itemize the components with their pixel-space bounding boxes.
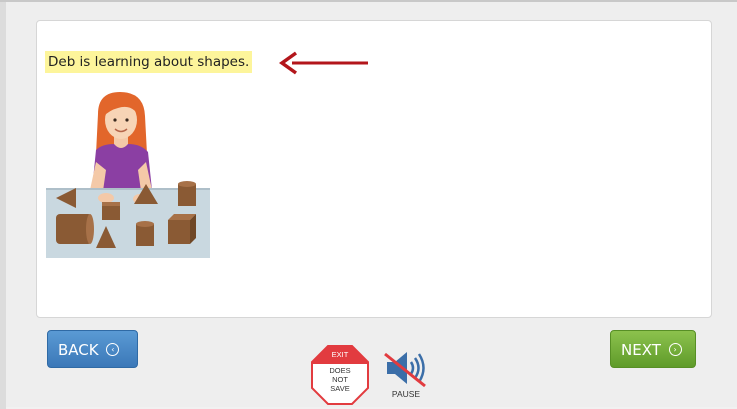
- speaker-muted-icon[interactable]: [381, 348, 431, 388]
- app-frame: Deb is learning about shapes. BACK ‹ NEX…: [0, 0, 737, 409]
- back-button-label: BACK: [58, 341, 99, 359]
- exit-line-3: SAVE: [330, 384, 350, 393]
- exit-message: DOES NOT SAVE: [311, 366, 369, 393]
- exit-line-2: NOT: [332, 375, 348, 384]
- left-arrow-icon: [278, 51, 368, 75]
- back-button[interactable]: BACK ‹: [47, 330, 138, 368]
- highlighted-sentence: Deb is learning about shapes.: [45, 51, 253, 73]
- pause-label: PAUSE: [391, 389, 421, 399]
- girl-with-shapes-illustration: [46, 92, 210, 258]
- exit-title: EXIT: [331, 350, 349, 359]
- circle-arrow-right-icon: ›: [668, 343, 682, 356]
- circle-arrow-left-icon: ‹: [106, 343, 120, 356]
- next-button[interactable]: NEXT ›: [610, 330, 696, 368]
- window-edge: [0, 2, 6, 409]
- exit-line-1: DOES: [329, 366, 351, 375]
- next-button-label: NEXT: [621, 341, 661, 359]
- exit-button[interactable]: EXIT DOES NOT SAVE: [311, 345, 369, 405]
